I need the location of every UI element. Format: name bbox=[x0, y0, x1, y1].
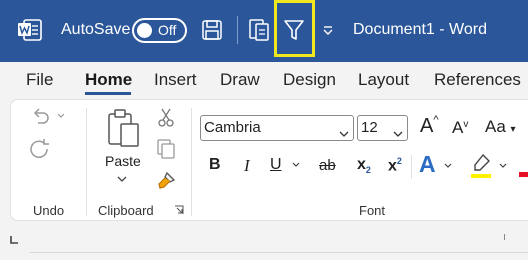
subscript-glyph: x bbox=[357, 156, 366, 173]
undo-dropdown-icon[interactable] bbox=[56, 111, 66, 121]
undo-icon[interactable] bbox=[29, 106, 51, 128]
underline-button[interactable]: U bbox=[270, 156, 282, 174]
underline-dropdown-icon[interactable] bbox=[291, 161, 301, 169]
document-title: Document1 - Word bbox=[353, 21, 487, 38]
group-separator bbox=[411, 155, 412, 179]
grow-font-glyph: A bbox=[420, 115, 434, 137]
group-separator bbox=[191, 108, 192, 216]
titlebar-separator bbox=[237, 16, 238, 44]
ruler-area bbox=[0, 230, 528, 260]
superscript-glyph: x bbox=[388, 157, 397, 175]
customize-toolbar-icon[interactable] bbox=[313, 15, 343, 45]
font-size-value: 12 bbox=[361, 119, 378, 136]
change-case-button[interactable]: Aa ▾ bbox=[485, 117, 516, 137]
highlight-dropdown-icon[interactable] bbox=[498, 162, 508, 170]
tab-design[interactable]: Design bbox=[283, 70, 336, 90]
save-icon[interactable] bbox=[197, 15, 227, 45]
shrink-font-button[interactable]: Av bbox=[452, 118, 468, 138]
font-name-dropdown[interactable]: Cambria bbox=[200, 115, 354, 141]
strikethrough-button[interactable]: ab bbox=[319, 157, 336, 174]
italic-button[interactable]: I bbox=[244, 156, 250, 176]
superscript-mark: 2 bbox=[396, 156, 402, 166]
superscript-button[interactable]: x2 bbox=[388, 156, 402, 175]
tab-stop-icon[interactable] bbox=[8, 234, 20, 246]
autosave-state: Off bbox=[158, 22, 177, 38]
format-painter-icon[interactable] bbox=[154, 170, 178, 192]
clipboard-launcher-icon[interactable] bbox=[173, 204, 185, 216]
title-bar: AutoSave Off Document1 - Word bbox=[0, 0, 528, 62]
subscript-mark: 2 bbox=[365, 165, 371, 176]
autosave-label: AutoSave bbox=[61, 21, 131, 38]
active-tab-indicator bbox=[85, 92, 131, 95]
shrink-font-glyph: A bbox=[452, 118, 464, 137]
ruler-tick bbox=[503, 233, 507, 241]
text-effects-button[interactable]: A bbox=[419, 151, 436, 178]
undo-group-label: Undo bbox=[33, 203, 65, 218]
caret-down-icon: v bbox=[463, 119, 469, 130]
word-logo-icon bbox=[18, 19, 42, 41]
toggle-knob bbox=[137, 23, 152, 38]
tab-insert[interactable]: Insert bbox=[154, 70, 197, 90]
font-color-icon[interactable] bbox=[519, 171, 528, 177]
text-highlight-color-icon[interactable] bbox=[469, 152, 493, 180]
tab-references[interactable]: References bbox=[434, 70, 521, 90]
paste-icon[interactable] bbox=[106, 108, 140, 148]
subscript-button[interactable]: x2 bbox=[357, 156, 371, 175]
chevron-down-icon: ▾ bbox=[510, 124, 516, 135]
ribbon-tabs: File Home Insert Draw Design Layout Refe… bbox=[0, 62, 528, 98]
copy-icon[interactable] bbox=[155, 138, 177, 160]
group-separator bbox=[86, 108, 87, 216]
text-effects-dropdown-icon[interactable] bbox=[443, 162, 453, 170]
chevron-down-icon bbox=[339, 124, 349, 141]
tab-home[interactable]: Home bbox=[85, 70, 132, 90]
grow-font-button[interactable]: A^ bbox=[420, 114, 439, 138]
font-size-dropdown[interactable]: 12 bbox=[357, 115, 408, 141]
paste-label[interactable]: Paste bbox=[105, 153, 141, 169]
bold-button[interactable]: B bbox=[209, 156, 221, 174]
font-name-value: Cambria bbox=[204, 119, 261, 136]
tab-draw[interactable]: Draw bbox=[220, 70, 260, 90]
font-group-label: Font bbox=[359, 203, 386, 218]
caret-up-icon: ^ bbox=[433, 114, 439, 126]
clipboard-group-label: Clipboard bbox=[98, 203, 154, 218]
tab-file[interactable]: File bbox=[26, 70, 53, 90]
autosave-toggle[interactable]: Off bbox=[132, 18, 187, 43]
ribbon-panel: Undo Paste Clipboard Cambria 12 A^ Av Aa… bbox=[10, 99, 528, 221]
highlight-box bbox=[274, 0, 315, 57]
cut-icon[interactable] bbox=[156, 107, 176, 127]
paste-dropdown-icon[interactable] bbox=[116, 174, 128, 184]
redo-icon[interactable] bbox=[29, 138, 51, 160]
tab-layout[interactable]: Layout bbox=[358, 70, 409, 90]
read-mode-icon[interactable] bbox=[244, 15, 274, 45]
change-case-glyph: Aa bbox=[485, 117, 506, 136]
chevron-down-icon bbox=[393, 124, 403, 141]
ruler-line bbox=[30, 252, 528, 253]
